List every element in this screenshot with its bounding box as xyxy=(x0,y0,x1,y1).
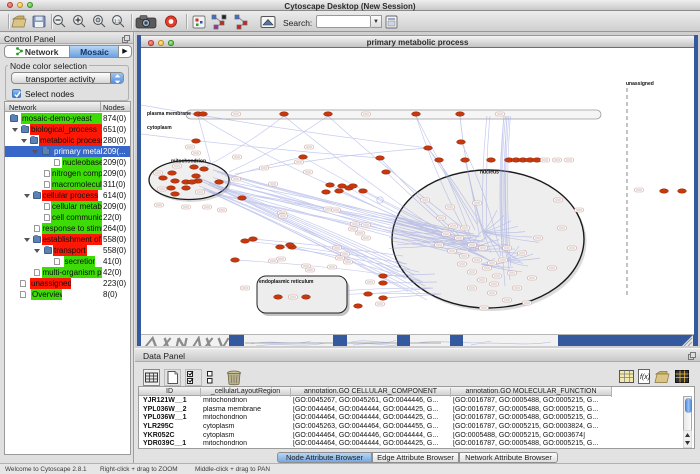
svg-text:mitochondrion: mitochondrion xyxy=(171,159,206,165)
svg-text:nucleus: nucleus xyxy=(480,170,499,176)
svg-text:endoplasmic reticulum: endoplasmic reticulum xyxy=(259,279,314,285)
svg-text:1:1: 1:1 xyxy=(114,19,121,24)
svg-text:unassigned: unassigned xyxy=(626,81,654,87)
svg-text:f(x): f(x) xyxy=(640,374,650,381)
svg-text:cytoplasm: cytoplasm xyxy=(147,125,172,131)
svg-text:plasma membrane: plasma membrane xyxy=(147,111,191,117)
